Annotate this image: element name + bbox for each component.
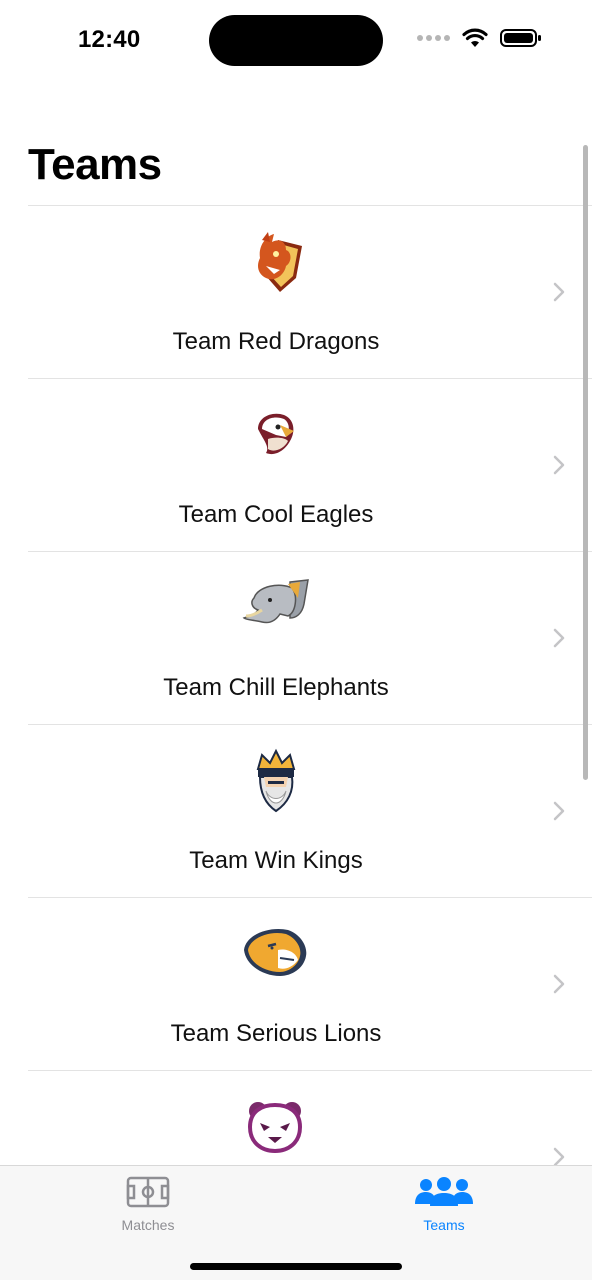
- team-row[interactable]: Team Serious Lions: [28, 897, 592, 1070]
- home-indicator[interactable]: [190, 1263, 402, 1270]
- panda-logo-icon: [247, 1102, 303, 1154]
- tab-teams[interactable]: Teams: [384, 1176, 504, 1233]
- team-name: Team Red Dragons: [172, 328, 380, 355]
- king-logo-icon: [256, 748, 296, 813]
- status-bar: 12:40: [0, 0, 592, 80]
- eagle-logo-icon: [258, 413, 294, 455]
- dragon-logo-icon: [258, 232, 302, 292]
- tab-matches[interactable]: Matches: [88, 1176, 208, 1233]
- team-list: Team Red Dragons Team Cool Eagles Team C…: [0, 205, 592, 1243]
- tab-teams-label: Teams: [423, 1217, 465, 1233]
- pitch-icon: [126, 1176, 170, 1208]
- status-time: 12:40: [78, 26, 141, 53]
- status-indicators: [417, 28, 542, 48]
- chevron-right-icon: [553, 801, 565, 821]
- chevron-right-icon: [553, 282, 565, 302]
- team-name: Team Win Kings: [189, 847, 363, 874]
- cellular-signal-icon: [417, 35, 450, 41]
- scroll-indicator[interactable]: [583, 145, 588, 780]
- chevron-right-icon: [553, 1147, 565, 1167]
- elephant-logo-icon: [242, 579, 309, 624]
- team-row[interactable]: Team Chill Elephants: [28, 551, 592, 724]
- chevron-right-icon: [553, 628, 565, 648]
- team-name: Team Chill Elephants: [163, 674, 389, 701]
- team-name: Team Serious Lions: [170, 1020, 382, 1047]
- wifi-icon: [462, 28, 488, 47]
- lion-logo-icon: [244, 928, 307, 976]
- tab-bar: Matches Teams: [0, 1165, 592, 1280]
- page-title: Teams: [28, 140, 162, 189]
- battery-icon: [500, 29, 541, 47]
- chevron-right-icon: [553, 455, 565, 475]
- team-row[interactable]: Team Win Kings: [28, 724, 592, 897]
- team-row[interactable]: Team Cool Eagles: [28, 378, 592, 551]
- team-row[interactable]: Team Red Dragons: [28, 205, 592, 378]
- dynamic-island: [209, 15, 383, 66]
- chevron-right-icon: [553, 974, 565, 994]
- tab-matches-label: Matches: [121, 1217, 175, 1233]
- people-icon: [415, 1177, 473, 1206]
- team-name: Team Cool Eagles: [178, 501, 374, 528]
